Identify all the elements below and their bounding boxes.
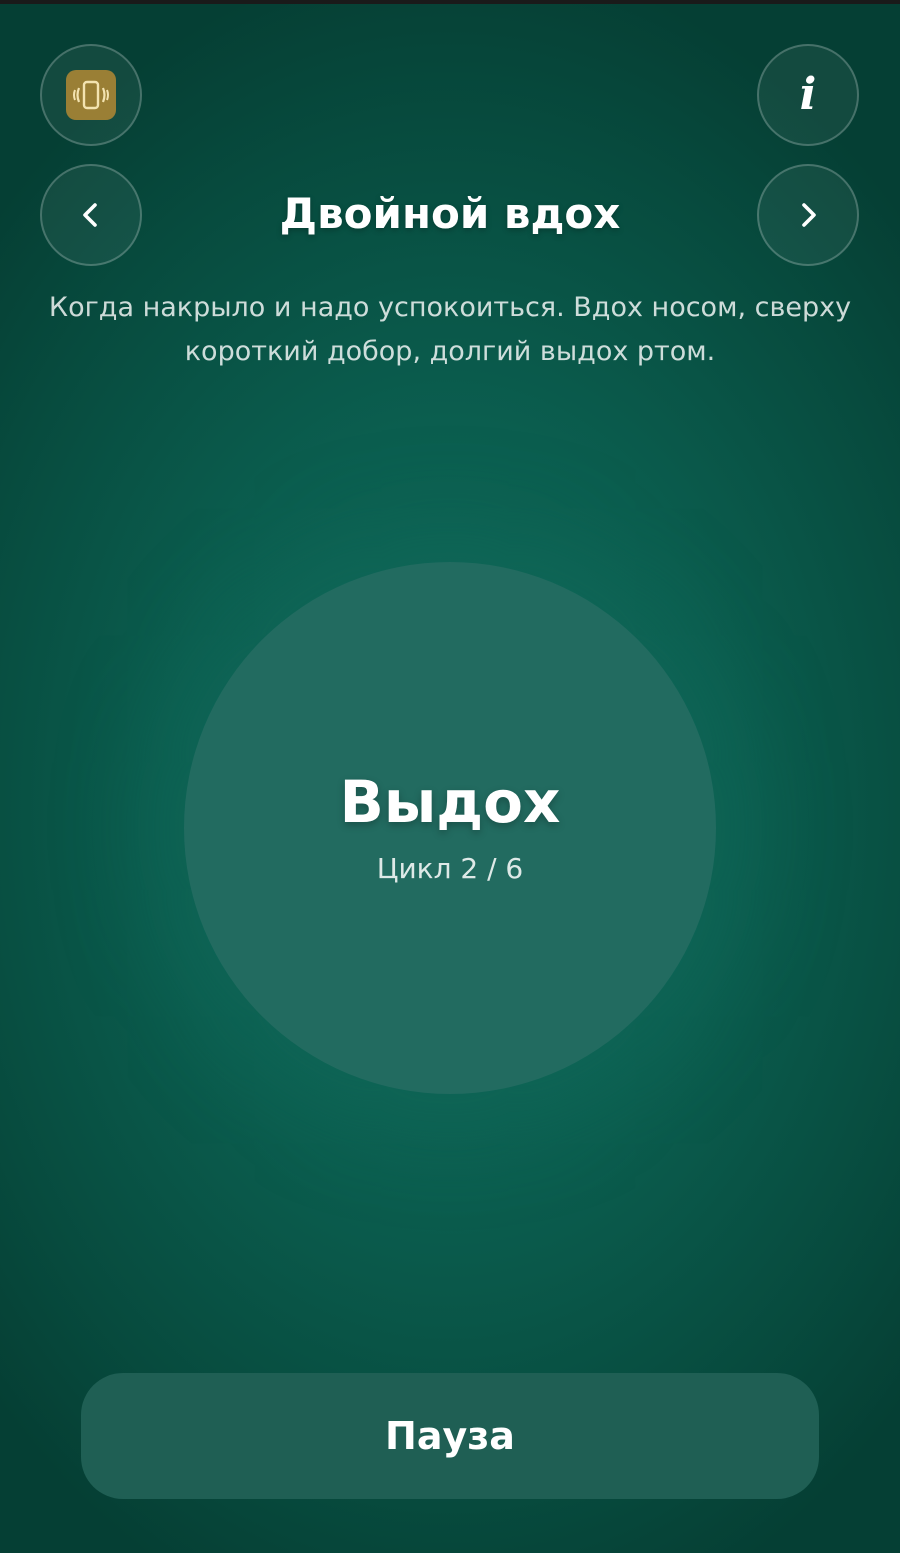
exercise-title: Двойной вдох — [279, 189, 621, 238]
pause-button[interactable]: Пауза — [81, 1373, 819, 1499]
vibrate-icon — [66, 70, 116, 120]
vibration-toggle-button[interactable] — [40, 44, 142, 146]
previous-exercise-button[interactable] — [40, 164, 142, 266]
status-bar-edge — [0, 0, 900, 4]
cycle-counter: Цикл 2 / 6 — [376, 852, 524, 885]
info-icon: i — [799, 69, 817, 120]
chevron-right-icon — [802, 203, 816, 227]
info-button[interactable]: i — [757, 44, 859, 146]
exercise-description: Когда накрыло и надо успокоиться. Вдох н… — [48, 292, 852, 367]
breathing-phase-label: Выдох — [339, 768, 561, 836]
next-exercise-button[interactable] — [757, 164, 859, 266]
chevron-left-icon — [83, 203, 97, 227]
